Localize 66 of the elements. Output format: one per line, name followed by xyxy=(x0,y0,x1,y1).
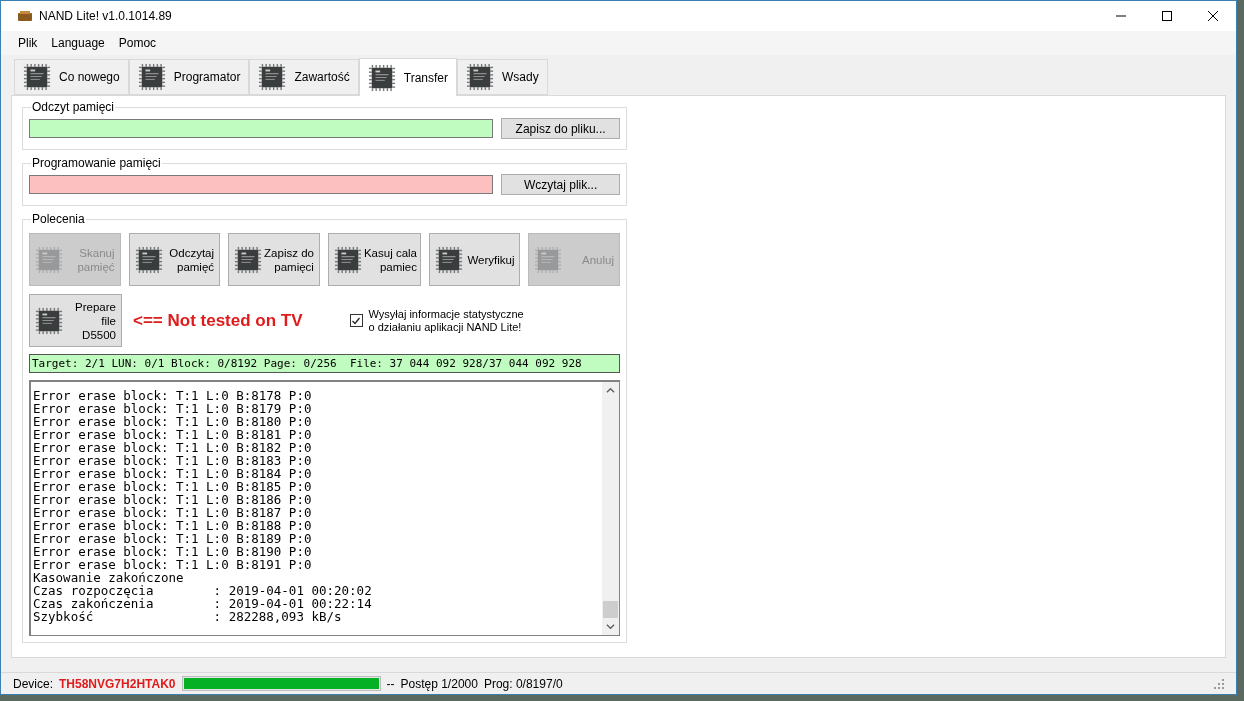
app-icon xyxy=(17,10,33,22)
log-line: Error erase block: T:1 L:0 B:8179 P:0 xyxy=(33,402,312,415)
chip-icon xyxy=(134,245,163,274)
device-name: TH58NVG7H2HTAK0 xyxy=(59,675,176,693)
save-to-file-button[interactable]: Zapisz do pliku... xyxy=(501,118,620,139)
chip-icon xyxy=(466,63,494,91)
scrollbar[interactable] xyxy=(602,382,619,635)
log-line: Error erase block: T:1 L:0 B:8187 P:0 xyxy=(33,506,312,519)
log-line: Czas zakończenia : 2019-04-01 00:22:14 xyxy=(33,597,372,610)
chip-icon xyxy=(35,306,63,335)
group-title: Polecenia xyxy=(31,212,86,226)
scroll-down-icon xyxy=(606,622,615,631)
tab[interactable]: Wsady xyxy=(457,59,548,95)
tab[interactable]: Transfer xyxy=(358,58,457,96)
resize-grip-icon xyxy=(1214,678,1224,689)
log-line: Error erase block: T:1 L:0 B:8191 P:0 xyxy=(33,558,312,571)
stats-checkbox[interactable]: Wysyłaj informacje statystyczne o działaniu aplikacji NAND Lite! xyxy=(349,307,524,334)
log-line: Error erase block: T:1 L:0 B:8190 P:0 xyxy=(33,545,312,558)
log-line: Error erase block: T:1 L:0 B:8183 P:0 xyxy=(33,454,312,467)
log-line: Error erase block: T:1 L:0 B:8185 P:0 xyxy=(33,480,312,493)
load-file-button[interactable]: Wczytaj plik... xyxy=(501,174,620,195)
maximize-icon xyxy=(1162,11,1172,21)
command-button[interactable]: Odczytaj pamięć xyxy=(128,233,221,286)
tab[interactable]: Co nowego xyxy=(14,59,129,95)
log-line: Error erase block: T:1 L:0 B:8189 P:0 xyxy=(33,532,312,545)
menu-item[interactable]: Plik xyxy=(11,34,45,52)
scroll-up-icon xyxy=(606,386,615,395)
tab[interactable]: Programator xyxy=(128,59,250,95)
command-button[interactable]: Kasuj cala pamiec xyxy=(327,233,421,286)
log-line: Error erase block: T:1 L:0 B:8188 P:0 xyxy=(33,519,312,532)
chip-icon xyxy=(23,63,51,91)
check-icon xyxy=(351,315,362,326)
command-button[interactable]: Weryfikuj xyxy=(428,233,521,286)
log-line: Error erase block: T:1 L:0 B:8180 P:0 xyxy=(33,415,312,428)
command-button[interactable]: Zapisz do pamięci xyxy=(228,233,320,286)
progress-text: Postęp 1/2000 xyxy=(400,675,478,693)
scroll-thumb[interactable] xyxy=(603,601,618,618)
chip-icon xyxy=(434,245,463,274)
command-button[interactable]: Prepare file D5500 xyxy=(29,294,122,347)
close-icon xyxy=(1208,11,1218,21)
log-line: Error erase block: T:1 L:0 B:8178 P:0 xyxy=(33,389,312,402)
window-title: NAND Lite! v1.0.1014.89 xyxy=(39,8,173,25)
log-line: Error erase block: T:1 L:0 B:8186 P:0 xyxy=(33,493,312,506)
group-title: Odczyt pamięci xyxy=(31,100,116,114)
separator-text: -- xyxy=(386,675,395,693)
menu-item[interactable]: Pomoc xyxy=(111,34,164,52)
checkbox[interactable] xyxy=(349,314,363,327)
log-line: Error erase block: T:1 L:0 B:8184 P:0 xyxy=(33,467,312,480)
log-line: Szybkość : 282288,093 kB/s xyxy=(33,610,342,623)
chip-icon xyxy=(35,245,63,274)
menu-item[interactable]: Language xyxy=(44,34,112,52)
group-title: Programowanie pamięci xyxy=(31,156,162,170)
tab[interactable]: Zawartość xyxy=(249,59,359,95)
log-line: Error erase block: T:1 L:0 B:8181 P:0 xyxy=(33,428,312,441)
chip-icon xyxy=(137,63,166,91)
chip-icon xyxy=(258,63,287,91)
chip-icon xyxy=(534,245,563,274)
device-label: Device: xyxy=(13,675,53,693)
chip-icon xyxy=(234,245,263,274)
prog-text: Prog: 0/8197/0 xyxy=(483,675,563,693)
warning-text: <== Not tested on TV xyxy=(133,309,303,332)
log-line: Kasowanie zakończone xyxy=(33,571,184,584)
chip-icon xyxy=(333,245,362,274)
log-line: Error erase block: T:1 L:0 B:8182 P:0 xyxy=(33,441,312,454)
log-line: Czas rozpoczęcia : 2019-04-01 00:20:02 xyxy=(33,584,372,597)
chip-icon xyxy=(367,63,396,92)
